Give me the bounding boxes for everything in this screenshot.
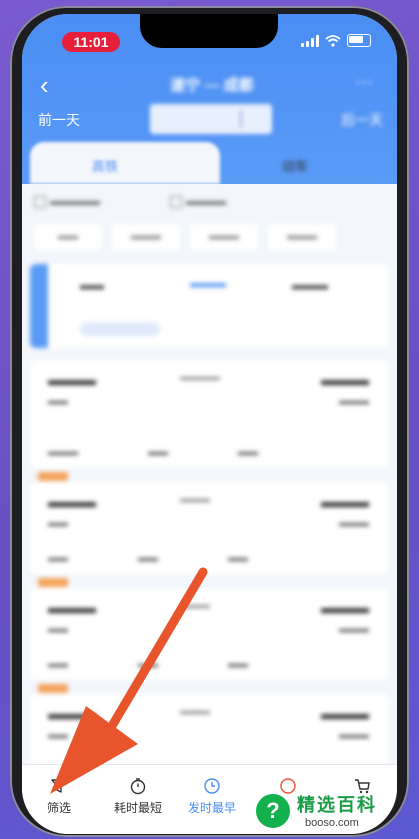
train-depart-time: ▬▬▬: [48, 706, 96, 723]
option-checkbox[interactable]: ▬▬▬▬: [170, 196, 226, 208]
train-card[interactable]: ▬▬▬ ▬▬▬ ▬▬▬ ▬▬ ▬▬▬ ▬▬ ▬▬ ▬▬: [30, 472, 389, 574]
train-arrive-station: ▬▬▬: [339, 624, 369, 635]
date-separator: [240, 110, 242, 128]
prev-day-button[interactable]: 前一天: [38, 110, 80, 130]
train-depart-time: ▬▬▬: [48, 372, 96, 389]
app-screen: 11:01 ‹ 遂宁 — 成都 ⋯ 前一天 后一天 高铁 动车 ▬▬▬▬▬ ▬▬…: [22, 14, 397, 834]
train-seats: ▬▬ ▬▬ ▬▬: [48, 659, 248, 670]
watermark-url: booso.com: [305, 817, 359, 829]
date-picker[interactable]: [150, 104, 272, 134]
filter-icon: [51, 779, 67, 793]
promo-arrive: ▬▬▬: [292, 278, 328, 292]
watermark-logo: ?: [253, 791, 293, 831]
train-depart-station: ▬▬: [48, 396, 68, 407]
sort-shortest-button[interactable]: 耗时最短: [108, 777, 168, 816]
train-card[interactable]: ▬▬▬ ▬▬▬ ▬▬▬ ▬▬ ▬▬▬ ▬▬ ▬▬ ▬▬: [30, 578, 389, 680]
notch: [140, 14, 278, 48]
train-depart-station: ▬▬: [48, 624, 68, 635]
train-tag: [38, 578, 68, 587]
train-arrive-time: ▬▬▬: [321, 372, 369, 389]
train-seats: ▬▬ ▬▬ ▬▬: [48, 553, 248, 564]
train-number: ▬▬▬: [180, 600, 210, 611]
train-depart-time: ▬▬▬: [48, 494, 96, 511]
watermark: ? 精选百科 booso.com: [253, 785, 413, 835]
filter-label: 筛选: [46, 801, 71, 815]
battery-icon: [347, 34, 371, 47]
signal-icon: [301, 34, 319, 47]
filter-chips: ▬▬ ▬▬▬ ▬▬▬ ▬▬▬: [34, 224, 336, 250]
train-list: ▬▬▬▬▬ ▬▬▬▬ ▬▬ ▬▬▬ ▬▬▬ ▬▬▬ ▬▬ ▬▬▬ ▬▬▬ ▬▬▬…: [22, 184, 397, 764]
train-arrive-station: ▬▬▬: [339, 518, 369, 529]
train-depart-station: ▬▬: [48, 730, 68, 741]
train-depart-time: ▬▬▬: [48, 600, 96, 617]
train-arrive-time: ▬▬▬: [321, 706, 369, 723]
status-time: 11:01: [62, 32, 120, 52]
option-checkbox[interactable]: ▬▬▬▬▬: [34, 196, 100, 208]
mode-tabs: 高铁 动车: [30, 142, 389, 184]
train-arrive-time: ▬▬▬: [321, 494, 369, 511]
options-row: ▬▬▬▬▬ ▬▬▬▬: [34, 196, 226, 208]
watermark-title: 精选百科: [297, 795, 377, 815]
wifi-icon: [325, 34, 341, 47]
sort-earliest-button[interactable]: 发时最早: [182, 777, 242, 816]
sort-shortest-label: 耗时最短: [113, 801, 162, 815]
promo-time: ▬▬▬: [190, 276, 226, 290]
filter-button[interactable]: 筛选: [34, 777, 84, 816]
filter-chip[interactable]: ▬▬▬: [268, 224, 336, 250]
tab-bullet-train[interactable]: 动车: [224, 142, 389, 184]
clock-icon: [204, 778, 220, 794]
train-tag: [38, 684, 68, 693]
train-arrive-time: ▬▬▬: [321, 600, 369, 617]
train-arrive-station: ▬▬▬: [339, 730, 369, 741]
promo-side-tag: [30, 264, 48, 348]
tab-bullet-train-label: 动车: [282, 159, 309, 174]
train-number: ▬▬▬: [180, 706, 210, 717]
status-icons: [301, 34, 371, 47]
sort-earliest-label: 发时最早: [187, 801, 236, 815]
train-depart-station: ▬▬: [48, 518, 68, 529]
route-title: 遂宁 — 成都: [170, 77, 254, 94]
back-icon: ‹: [40, 70, 49, 100]
train-tag: [38, 472, 68, 481]
tab-high-speed-label: 高铁: [92, 159, 119, 174]
filter-chip[interactable]: ▬▬▬: [190, 224, 258, 250]
promo-pill: [80, 322, 160, 336]
train-card[interactable]: ▬▬▬ ▬▬▬▬ ▬▬▬ ▬▬ ▬▬▬ ▬▬▬ ▬▬ ▬▬: [30, 360, 389, 468]
timer-icon: [130, 778, 146, 795]
train-number: ▬▬▬: [180, 494, 210, 505]
tab-high-speed[interactable]: 高铁: [30, 142, 220, 184]
more-icon[interactable]: ⋯: [355, 72, 373, 93]
filter-chip[interactable]: ▬▬▬: [112, 224, 180, 250]
promo-depart: ▬▬: [80, 278, 104, 292]
train-card[interactable]: ▬▬▬ ▬▬▬ ▬▬▬ ▬▬ ▬▬▬: [30, 684, 389, 764]
promo-card[interactable]: ▬▬ ▬▬▬ ▬▬▬: [30, 264, 389, 348]
train-arrive-station: ▬▬▬: [339, 396, 369, 407]
train-seats: ▬▬▬ ▬▬ ▬▬: [48, 447, 258, 458]
back-button[interactable]: ‹: [40, 72, 49, 98]
train-number: ▬▬▬▬: [180, 372, 220, 383]
next-day-button[interactable]: 后一天: [341, 110, 383, 130]
header: 11:01 ‹ 遂宁 — 成都 ⋯ 前一天 后一天 高铁 动车: [22, 14, 397, 184]
filter-chip[interactable]: ▬▬: [34, 224, 102, 250]
